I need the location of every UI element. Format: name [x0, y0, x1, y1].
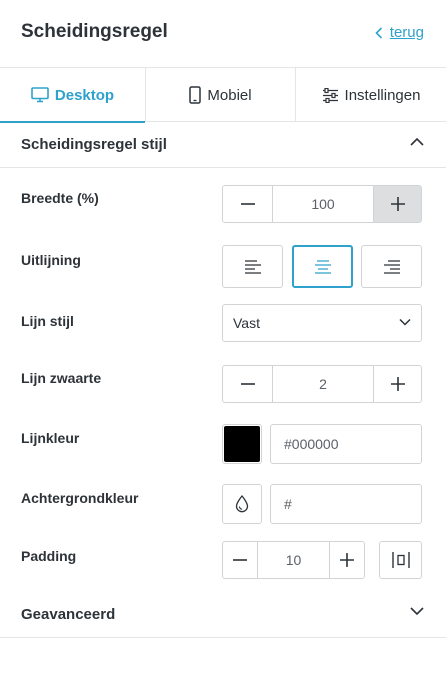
background-color-swatch[interactable]: [222, 484, 262, 524]
minus-icon: [240, 203, 255, 205]
background-color-label: Achtergrondkleur: [21, 490, 139, 506]
line-color-swatch[interactable]: [222, 424, 262, 464]
minus-icon: [233, 559, 247, 561]
align-right-button[interactable]: [361, 245, 422, 288]
device-tabs: Desktop Mobiel Instellingen: [0, 68, 446, 123]
align-left-icon: [244, 259, 261, 274]
line-weight-label: Lijn zwaarte: [21, 370, 102, 386]
sliders-icon: [322, 87, 338, 103]
align-center-icon: [314, 259, 331, 274]
align-center-button[interactable]: [292, 245, 353, 288]
chevron-up-icon: [410, 137, 424, 146]
align-right-icon: [383, 259, 400, 274]
chevron-down-icon: [399, 318, 411, 326]
desktop-icon: [31, 87, 49, 103]
padding-sides-icon: [391, 552, 410, 568]
line-style-label: Lijn stijl: [21, 313, 74, 329]
line-weight-increment-button[interactable]: [374, 366, 421, 402]
tab-settings-label: Instellingen: [344, 86, 421, 104]
line-style-select[interactable]: Vast: [222, 304, 422, 342]
width-decrement-button[interactable]: [223, 186, 272, 222]
line-weight-decrement-button[interactable]: [223, 366, 272, 402]
padding-increment-button[interactable]: [330, 542, 364, 578]
plus-icon: [390, 377, 405, 391]
padding-link-button[interactable]: [379, 541, 422, 579]
back-link[interactable]: terug: [375, 24, 424, 41]
tab-desktop[interactable]: Desktop: [0, 68, 146, 123]
section-style-header[interactable]: Scheidingsregel stijl: [0, 122, 446, 168]
padding-decrement-button[interactable]: [223, 542, 257, 578]
width-stepper: 100: [222, 185, 422, 223]
padding-stepper: 10: [222, 541, 365, 579]
padding-label: Padding: [21, 548, 77, 564]
padding-value[interactable]: 10: [257, 542, 330, 578]
alignment-label: Uitlijning: [21, 252, 81, 268]
section-style-title: Scheidingsregel stijl: [21, 136, 167, 153]
section-advanced-title: Geavanceerd: [21, 606, 116, 623]
plus-icon: [340, 553, 354, 567]
line-weight-value[interactable]: 2: [272, 366, 374, 402]
minus-icon: [240, 383, 255, 385]
tab-settings[interactable]: Instellingen: [296, 68, 446, 122]
line-color-swatch-fill: [224, 426, 260, 462]
plus-icon: [390, 197, 405, 211]
tab-desktop-label: Desktop: [54, 86, 115, 104]
tab-mobile-label: Mobiel: [207, 86, 252, 104]
line-color-input[interactable]: [270, 424, 422, 464]
tab-mobile[interactable]: Mobiel: [146, 68, 296, 122]
line-color-label: Lijnkleur: [21, 430, 80, 446]
width-value[interactable]: 100: [272, 186, 374, 222]
line-style-value: Vast: [233, 315, 260, 331]
panel-title: Scheidingsregel: [21, 21, 168, 42]
width-increment-button[interactable]: [374, 186, 421, 222]
mobile-icon: [189, 86, 202, 104]
chevron-left-icon: [375, 26, 382, 39]
line-weight-stepper: 2: [222, 365, 422, 403]
back-link-label: terug: [389, 24, 424, 41]
droplet-icon: [235, 495, 249, 513]
background-color-input[interactable]: [270, 484, 422, 524]
section-advanced-header[interactable]: Geavanceerd: [0, 592, 446, 638]
chevron-down-icon: [410, 607, 424, 616]
width-label: Breedte (%): [21, 190, 99, 206]
align-left-button[interactable]: [222, 245, 283, 288]
panel-header: Scheidingsregel terug: [0, 0, 446, 68]
